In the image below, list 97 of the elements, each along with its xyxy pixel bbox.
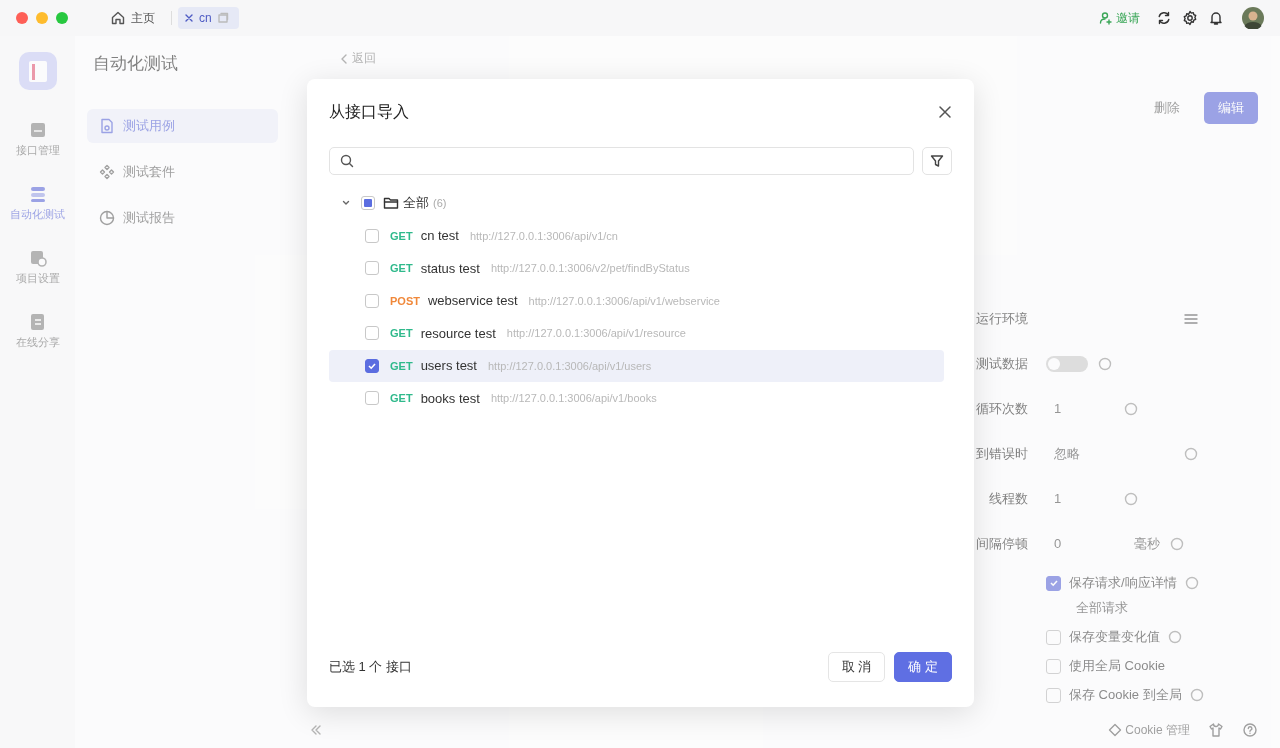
sync-icon[interactable] xyxy=(1156,10,1172,26)
sidebar-item[interactable]: 项目设置 xyxy=(15,242,60,292)
checkbox[interactable] xyxy=(365,391,379,406)
cancel-button[interactable]: 取 消 xyxy=(827,652,886,682)
close-icon[interactable] xyxy=(938,105,952,119)
diamonds-icon xyxy=(99,164,115,180)
folder-label: 全部 xyxy=(403,194,429,213)
filter-button[interactable] xyxy=(922,147,952,175)
maximize-window-icon[interactable] xyxy=(56,12,68,24)
bell-icon[interactable] xyxy=(1208,10,1224,26)
checkbox[interactable] xyxy=(1046,575,1061,591)
selection-summary: 已选 1 个 接口 xyxy=(329,658,413,676)
field-label: 线程数 xyxy=(988,489,1028,508)
field-label: 运行环境 xyxy=(975,309,1028,328)
folder-icon xyxy=(383,196,399,211)
tab[interactable]: cn xyxy=(178,7,239,29)
select-field[interactable]: 忽略 xyxy=(1046,440,1174,467)
dialog-title: 从接口导入 xyxy=(329,101,409,122)
checkbox[interactable] xyxy=(361,196,375,211)
nav-item[interactable]: 测试套件 xyxy=(87,155,278,189)
avatar[interactable] xyxy=(1242,7,1264,29)
number-field[interactable]: 1 xyxy=(1046,485,1114,512)
home-icon xyxy=(110,10,126,26)
toggle-switch[interactable] xyxy=(1046,355,1088,372)
filter-icon xyxy=(930,154,944,168)
section-title: 自动化测试 xyxy=(92,53,179,75)
option-label: 保存请求/响应详情 xyxy=(1069,574,1177,592)
close-window-icon[interactable] xyxy=(16,12,28,24)
field-label: 到错误时 xyxy=(975,444,1028,463)
sidebar-item[interactable]: 自动化测试 xyxy=(10,178,65,228)
close-icon xyxy=(184,13,194,23)
endpoint-url: http://127.0.0.1:3006/api/v1/users xyxy=(488,359,652,372)
nav-item[interactable]: 测试报告 xyxy=(87,201,278,235)
endpoint-url: http://127.0.0.1:3006/v2/pet/findByStatus xyxy=(490,262,690,275)
checkbox[interactable] xyxy=(365,261,379,276)
cookie-link[interactable]: Cookie 管理 xyxy=(1108,721,1190,739)
endpoint-url: http://127.0.0.1:3006/api/v1/resource xyxy=(506,327,686,340)
endpoint-url: http://127.0.0.1:3006/api/v1/cn xyxy=(469,229,618,242)
tree-row[interactable]: POST webservice test http://127.0.0.1:3006/api/v1/webservice xyxy=(329,284,944,317)
tree-row[interactable]: GET books test http://127.0.0.1:3006/api/v1/books xyxy=(329,382,944,415)
method-label: GET xyxy=(390,229,413,242)
endpoint-name: status test xyxy=(420,260,480,276)
checkbox[interactable] xyxy=(365,228,379,243)
checkbox[interactable] xyxy=(365,293,379,308)
method-label: GET xyxy=(390,392,413,405)
chevron-left-icon xyxy=(340,53,348,64)
option-label: 保存变量变化值 xyxy=(1069,628,1160,646)
collapse-icon[interactable] xyxy=(310,725,322,735)
back-link[interactable]: 返回 xyxy=(340,50,376,67)
edit-button[interactable]: 编辑 xyxy=(1204,92,1258,124)
endpoint-name: resource test xyxy=(420,325,496,341)
endpoint-name: users test xyxy=(420,358,477,374)
search-field[interactable] xyxy=(329,147,914,175)
endpoint-name: cn test xyxy=(420,228,459,244)
pie-chart-icon xyxy=(99,210,115,226)
method-label: GET xyxy=(390,262,413,275)
tree-row[interactable]: GET status test http://127.0.0.1:3006/v2/pet/findByStatus xyxy=(329,252,944,285)
option-label: 使用全局 Cookie xyxy=(1069,657,1166,675)
nav-item[interactable]: 测试用例 xyxy=(87,109,278,143)
unit-label: 毫秒 xyxy=(1134,534,1160,553)
help-icon[interactable] xyxy=(1242,722,1258,738)
option-label: 保存 Cookie 到全局 xyxy=(1069,686,1182,704)
method-label: POST xyxy=(390,294,420,307)
tag-icon xyxy=(1108,723,1123,737)
sidebar-item[interactable]: 在线分享 xyxy=(15,306,60,356)
add-user-icon xyxy=(1099,11,1113,25)
delete-button[interactable]: 删除 xyxy=(1144,93,1190,123)
method-label: GET xyxy=(390,359,413,372)
file-icon xyxy=(99,118,115,134)
number-field[interactable]: 0 xyxy=(1046,530,1114,557)
checkbox[interactable] xyxy=(365,326,379,341)
check-icon xyxy=(1048,578,1059,588)
endpoint-name: webservice test xyxy=(427,293,518,309)
sidebar-item[interactable]: 接口管理 xyxy=(15,114,60,164)
select-field[interactable]: 全部请求 xyxy=(1076,600,1128,615)
menu-icon[interactable] xyxy=(1184,312,1198,325)
tree-row[interactable]: GET cn test http://127.0.0.1:3006/api/v1/cn xyxy=(329,219,944,252)
settings-icon[interactable] xyxy=(1182,10,1198,26)
confirm-button[interactable]: 确 定 xyxy=(894,652,952,682)
field-label: 循环次数 xyxy=(975,399,1028,418)
tree-row[interactable]: GET resource test http://127.0.0.1:3006/api/v1/resource xyxy=(329,317,944,350)
app-logo-icon xyxy=(18,52,57,90)
field-label: 测试数据 xyxy=(975,354,1028,373)
tree-row[interactable]: GET users test http://127.0.0.1:3006/api/v1/users xyxy=(329,349,944,382)
minimize-window-icon[interactable] xyxy=(36,12,48,24)
number-field[interactable]: 1 xyxy=(1046,395,1114,422)
method-label: GET xyxy=(390,327,413,340)
endpoint-name: books test xyxy=(420,390,480,406)
endpoint-url: http://127.0.0.1:3006/api/v1/books xyxy=(490,392,657,405)
item-count: (6) xyxy=(433,197,447,210)
invite-button[interactable]: 邀请 xyxy=(1099,9,1140,27)
endpoint-url: http://127.0.0.1:3006/api/v1/webservice xyxy=(528,294,720,307)
search-icon xyxy=(340,154,354,168)
tab[interactable]: 主页 xyxy=(104,7,165,29)
field-label: 间隔停顿 xyxy=(975,534,1028,553)
checkbox[interactable] xyxy=(365,358,379,373)
shirt-icon[interactable] xyxy=(1208,722,1224,738)
